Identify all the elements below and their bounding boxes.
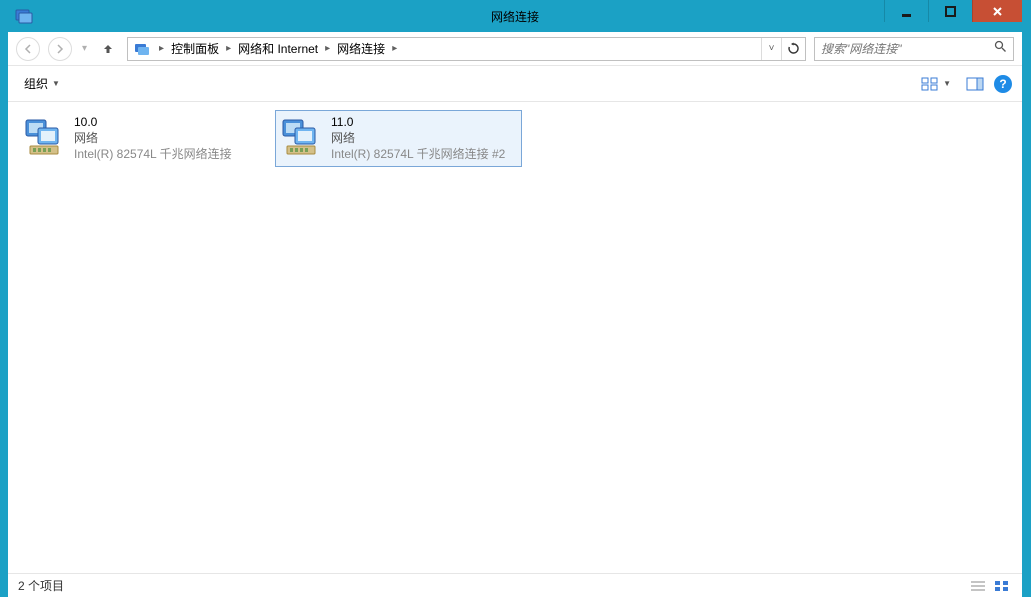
nav-up-button[interactable] xyxy=(97,38,119,60)
search-input[interactable] xyxy=(821,42,994,56)
breadcrumb-item-network-internet[interactable]: 网络和 Internet xyxy=(234,38,322,60)
window-icon xyxy=(14,6,34,26)
chevron-down-icon: ▼ xyxy=(943,79,951,88)
status-bar: 2 个项目 xyxy=(8,573,1022,597)
network-adapter-icon xyxy=(279,114,323,158)
search-box[interactable] xyxy=(814,37,1014,61)
details-view-button[interactable] xyxy=(968,578,988,594)
breadcrumb: ▸ 控制面板 ▸ 网络和 Internet ▸ 网络连接 ▸ xyxy=(156,38,400,60)
connection-item[interactable]: 11.0 网络 Intel(R) 82574L 千兆网络连接 #2 xyxy=(275,110,522,167)
breadcrumb-item-network-connections[interactable]: 网络连接 xyxy=(333,38,389,60)
help-icon-label: ? xyxy=(999,77,1006,91)
status-view-switcher xyxy=(968,578,1012,594)
icons-view-button[interactable] xyxy=(992,578,1012,594)
chevron-right-icon[interactable]: ▸ xyxy=(389,43,400,54)
minimize-button[interactable] xyxy=(884,0,928,22)
chevron-right-icon[interactable]: ▸ xyxy=(322,43,333,54)
connection-info: 10.0 网络 Intel(R) 82574L 千兆网络连接 xyxy=(74,114,232,163)
connection-info: 11.0 网络 Intel(R) 82574L 千兆网络连接 #2 xyxy=(331,114,505,163)
nav-back-button[interactable] xyxy=(16,37,40,61)
window-frame: 网络连接 ▾ ▸ xyxy=(8,0,1022,597)
search-icon[interactable] xyxy=(994,40,1007,58)
connection-item[interactable]: 10.0 网络 Intel(R) 82574L 千兆网络连接 xyxy=(18,110,265,167)
address-path-icon xyxy=(132,39,152,59)
toolbar-right: ▼ ? xyxy=(916,73,1012,95)
connection-adapter: Intel(R) 82574L 千兆网络连接 #2 xyxy=(331,146,505,162)
maximize-button[interactable] xyxy=(928,0,972,22)
connection-name: 11.0 xyxy=(331,114,505,130)
preview-pane-button[interactable] xyxy=(964,73,986,95)
connection-adapter: Intel(R) 82574L 千兆网络连接 xyxy=(74,146,232,162)
window-title: 网络连接 xyxy=(491,8,539,25)
nav-forward-button[interactable] xyxy=(48,37,72,61)
address-dropdown-button[interactable]: ˅ xyxy=(761,38,781,60)
toolbar: 组织 ▼ ▼ ? xyxy=(8,66,1022,102)
chevron-down-icon: ▼ xyxy=(52,79,60,88)
address-row: ▾ ▸ 控制面板 ▸ 网络和 Internet ▸ 网络连接 ▸ ˅ xyxy=(8,32,1022,66)
close-button[interactable] xyxy=(972,0,1022,22)
status-item-count: 2 个项目 xyxy=(18,577,64,594)
address-bar[interactable]: ▸ 控制面板 ▸ 网络和 Internet ▸ 网络连接 ▸ ˅ xyxy=(127,37,806,61)
organize-button[interactable]: 组织 ▼ xyxy=(18,71,66,96)
chevron-right-icon[interactable]: ▸ xyxy=(156,43,167,54)
breadcrumb-item-control-panel[interactable]: 控制面板 xyxy=(167,38,223,60)
content-area[interactable]: 10.0 网络 Intel(R) 82574L 千兆网络连接 11.0 网络 I… xyxy=(8,102,1022,573)
refresh-button[interactable] xyxy=(781,38,805,60)
organize-label: 组织 xyxy=(24,75,48,92)
connection-status: 网络 xyxy=(331,130,505,146)
recent-locations-dropdown[interactable]: ▾ xyxy=(80,43,89,54)
window-controls xyxy=(884,0,1022,22)
connection-name: 10.0 xyxy=(74,114,232,130)
view-options-button[interactable]: ▼ xyxy=(916,74,956,94)
network-adapter-icon xyxy=(22,114,66,158)
help-button[interactable]: ? xyxy=(994,75,1012,93)
connection-status: 网络 xyxy=(74,130,232,146)
view-tiles-icon xyxy=(921,77,939,91)
chevron-right-icon[interactable]: ▸ xyxy=(223,43,234,54)
titlebar[interactable]: 网络连接 xyxy=(8,0,1022,32)
